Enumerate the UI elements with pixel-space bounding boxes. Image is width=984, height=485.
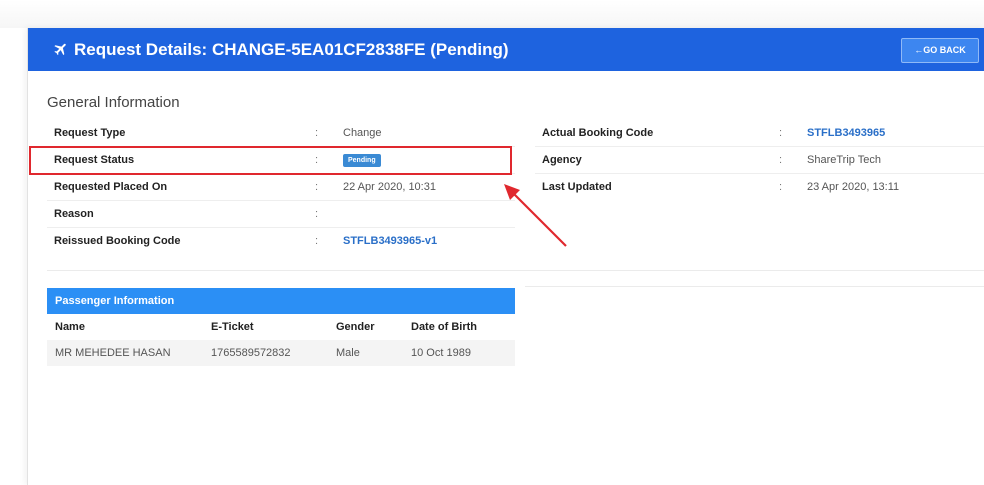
page-title: Request Details: CHANGE-5EA01CF2838FE (P… bbox=[52, 28, 509, 71]
passenger-information-header: Passenger Information bbox=[47, 288, 515, 314]
top-shadow bbox=[0, 0, 984, 28]
passenger-gender: Male bbox=[336, 347, 360, 359]
request-type-value: Change bbox=[343, 127, 382, 139]
request-id: CHANGE-5EA01CF2838FE bbox=[211, 40, 426, 59]
right-divider bbox=[525, 286, 984, 287]
column-e-ticket: E-Ticket bbox=[211, 321, 254, 333]
requested-placed-on-label: Requested Placed On bbox=[54, 181, 168, 193]
red-arrow-icon bbox=[504, 184, 567, 247]
passenger-information-title: Passenger Information bbox=[55, 295, 175, 307]
passenger-table-header: Name E-Ticket Gender Date of Birth bbox=[47, 314, 515, 340]
actual-booking-code-link[interactable]: STFLB3493965 bbox=[807, 120, 885, 146]
request-status-text: (Pending) bbox=[430, 40, 509, 59]
page-header: Request Details: CHANGE-5EA01CF2838FE (P… bbox=[28, 28, 984, 71]
row-reissued-booking-code: Reissued Booking Code : STFLB3493965-v1 bbox=[47, 228, 515, 254]
colon: : bbox=[779, 181, 783, 193]
colon: : bbox=[315, 235, 319, 247]
colon: : bbox=[315, 127, 319, 139]
last-updated-value: 23 Apr 2020, 13:11 bbox=[807, 181, 900, 193]
agency-value: ShareTrip Tech bbox=[807, 154, 881, 166]
row-requested-placed-on: Requested Placed On : 22 Apr 2020, 10:31 bbox=[47, 174, 515, 201]
passenger-date-of-birth: 10 Oct 1989 bbox=[411, 347, 471, 359]
row-last-updated: Last Updated : 23 Apr 2020, 13:11 bbox=[535, 174, 984, 200]
reason-label: Reason bbox=[54, 208, 94, 220]
go-back-label: GO BACK bbox=[923, 45, 966, 55]
agency-label: Agency bbox=[542, 154, 582, 166]
general-information-title: General Information bbox=[47, 94, 180, 111]
highlight-box bbox=[29, 146, 512, 175]
colon: : bbox=[779, 127, 783, 139]
row-reason: Reason : bbox=[47, 201, 515, 228]
requested-placed-on-value: 22 Apr 2020, 10:31 bbox=[343, 181, 436, 193]
reissued-booking-code-label: Reissued Booking Code bbox=[54, 235, 181, 247]
column-gender: Gender bbox=[336, 321, 375, 333]
request-details-panel: Request Details: CHANGE-5EA01CF2838FE (P… bbox=[27, 28, 984, 485]
row-request-type: Request Type : Change bbox=[47, 120, 515, 147]
row-agency: Agency : ShareTrip Tech bbox=[535, 147, 984, 174]
reissued-booking-code-link[interactable]: STFLB3493965-v1 bbox=[343, 228, 437, 254]
colon: : bbox=[779, 154, 783, 166]
table-row: MR MEHEDEE HASAN 1765589572832 Male 10 O… bbox=[47, 340, 515, 366]
go-back-button[interactable]: ←GO BACK bbox=[901, 38, 979, 63]
row-actual-booking-code: Actual Booking Code : STFLB3493965 bbox=[535, 120, 984, 147]
title-prefix: Request Details: bbox=[74, 40, 212, 59]
airplane-icon bbox=[54, 43, 66, 56]
colon: : bbox=[315, 181, 319, 193]
request-type-label: Request Type bbox=[54, 127, 126, 139]
actual-booking-code-label: Actual Booking Code bbox=[542, 127, 654, 139]
arrow-left-icon: ← bbox=[914, 45, 924, 55]
column-name: Name bbox=[55, 321, 85, 333]
colon: : bbox=[315, 208, 319, 220]
column-date-of-birth: Date of Birth bbox=[411, 321, 477, 333]
section-divider bbox=[47, 270, 984, 271]
passenger-name: MR MEHEDEE HASAN bbox=[55, 347, 171, 359]
passenger-e-ticket: 1765589572832 bbox=[211, 347, 291, 359]
